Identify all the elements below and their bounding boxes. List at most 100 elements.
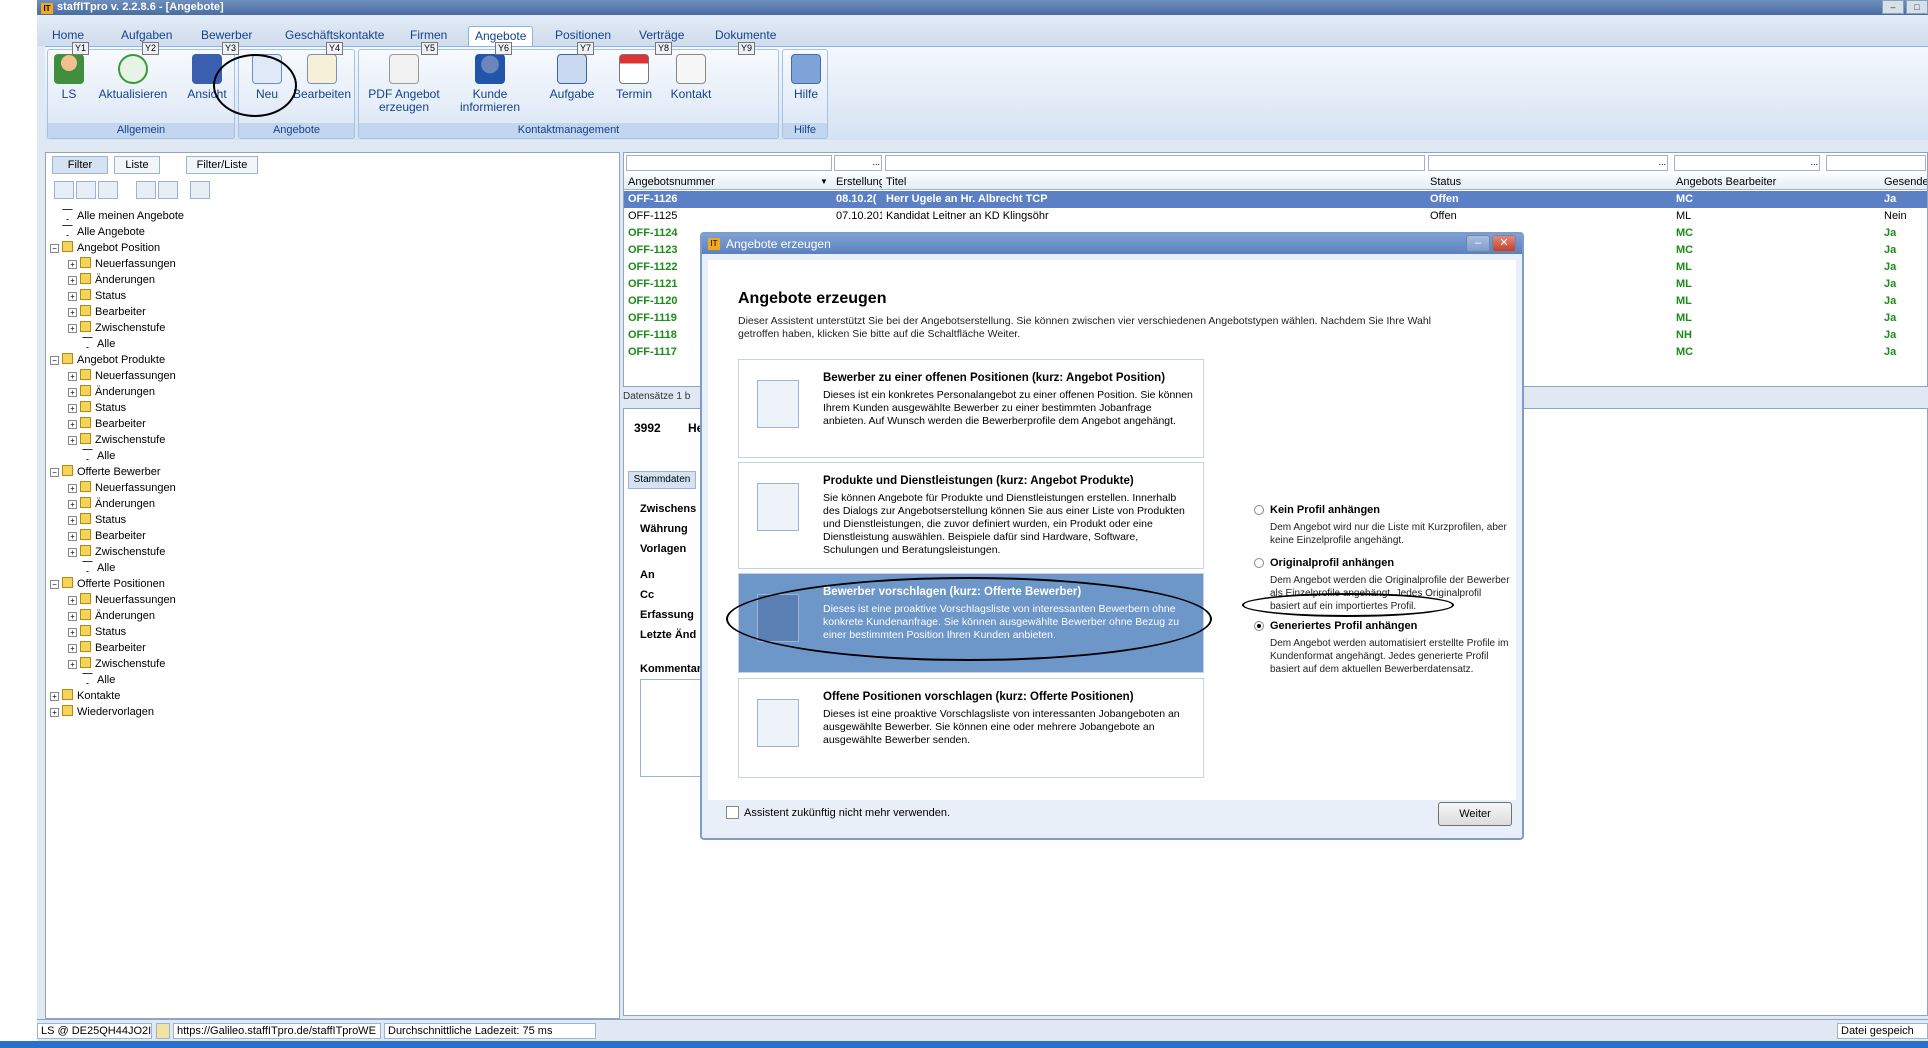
tree-item[interactable]: + Bearbeiter [68, 416, 146, 432]
weiter-button[interactable]: Weiter [1438, 802, 1512, 826]
expand-icon[interactable]: + [68, 628, 77, 637]
tree-item[interactable]: Alle meinen Angebote [50, 208, 184, 224]
tree-item[interactable]: + Neuerfassungen [68, 368, 176, 384]
tree-item[interactable]: + Änderungen [68, 608, 155, 624]
expand-icon[interactable]: + [68, 484, 77, 493]
tree-item[interactable]: + Zwischenstufe [68, 432, 165, 448]
tree-item[interactable]: + Zwischenstufe [68, 544, 165, 560]
tree-item[interactable]: − Angebot Produkte [50, 352, 165, 368]
table-row[interactable]: OFF-1126 08.10.2(Herr Ugele an Hr. Albrec… [624, 191, 1927, 208]
tab-stammdaten[interactable]: Stammdaten [628, 471, 696, 489]
radio-kein-profil[interactable] [1254, 505, 1264, 515]
tree-item[interactable]: + Bearbeiter [68, 304, 146, 320]
pdf-angebot-button[interactable]: PDF Angebot erzeugen [363, 54, 445, 114]
toolbar-filter-icon[interactable] [98, 181, 118, 199]
filter-status[interactable]: ... [1428, 155, 1668, 171]
expand-icon[interactable]: + [50, 692, 59, 701]
filter-status-picker[interactable]: ... [1658, 157, 1666, 167]
minimize-button[interactable]: – [1882, 0, 1904, 14]
col-bearbeiter[interactable]: Angebots Bearbeiter [1676, 175, 1776, 189]
termin-button[interactable]: Termin [609, 54, 659, 101]
col-gesendet[interactable]: Gesende [1884, 175, 1927, 189]
expand-icon[interactable]: + [68, 436, 77, 445]
expand-icon[interactable]: + [68, 548, 77, 557]
expand-icon[interactable]: + [68, 404, 77, 413]
expand-icon[interactable]: + [68, 308, 77, 317]
dialog-minimize-button[interactable]: – [1466, 235, 1490, 252]
tree-item[interactable]: + Bearbeiter [68, 528, 146, 544]
col-angebotsnummer[interactable]: Angebotsnummer [628, 175, 715, 189]
filter-gesendet[interactable] [1826, 155, 1926, 171]
radio-originalprofil[interactable] [1254, 558, 1264, 568]
kontakt-button[interactable]: Kontakt [665, 54, 717, 101]
expand-icon[interactable]: + [68, 420, 77, 429]
tree-item[interactable]: + Änderungen [68, 496, 155, 512]
aufgabe-button[interactable]: Aufgabe [545, 54, 599, 101]
tree-item[interactable]: + Neuerfassungen [68, 256, 176, 272]
tree-item[interactable]: − Offerte Positionen [50, 576, 165, 592]
table-row[interactable]: OFF-1125 07.10.201 Kandidat Leitner an KD … [624, 208, 1927, 225]
toolbar-edit-icon[interactable] [76, 181, 96, 199]
tree-item[interactable]: + Änderungen [68, 384, 155, 400]
expand-icon[interactable]: + [68, 292, 77, 301]
tree-item[interactable]: + Status [68, 512, 126, 528]
expand-icon[interactable]: + [68, 372, 77, 381]
disable-wizard-checkbox[interactable] [726, 806, 739, 819]
tree-item[interactable]: + Änderungen [68, 272, 155, 288]
option-angebot-produkte[interactable]: Produkte und Dienstleistungen (kurz: Ang… [738, 462, 1204, 569]
filter-bearbeiter-picker[interactable]: ... [1810, 157, 1818, 167]
dialog-close-button[interactable]: ✕ [1492, 235, 1516, 252]
tree-item[interactable]: + Status [68, 624, 126, 640]
expand-icon[interactable]: + [68, 324, 77, 333]
toolbar-save-icon[interactable] [190, 181, 210, 199]
tree-item[interactable]: − Angebot Position [50, 240, 160, 256]
tree-item[interactable]: − Offerte Bewerber [50, 464, 161, 480]
tree-item[interactable]: Alle [68, 560, 115, 576]
radio-generiertes-profil[interactable] [1254, 621, 1264, 631]
toolbar-new-icon[interactable] [54, 181, 74, 199]
option-offerte-positionen[interactable]: Offene Positionen vorschlagen (kurz: Off… [738, 678, 1204, 778]
expand-icon[interactable]: + [68, 644, 77, 653]
tree-item[interactable]: + Neuerfassungen [68, 480, 176, 496]
col-status[interactable]: Status [1430, 175, 1461, 189]
tree-item[interactable]: Alle [68, 448, 115, 464]
expand-icon[interactable]: + [68, 516, 77, 525]
hilfe-button[interactable]: Hilfe [789, 54, 823, 101]
ls-button[interactable]: LS [54, 54, 84, 101]
tree-item[interactable]: + Status [68, 288, 126, 304]
tab-liste[interactable]: Liste [114, 156, 160, 174]
col-erstellung[interactable]: Erstellung [836, 175, 882, 189]
expand-icon[interactable]: + [68, 276, 77, 285]
expand-icon[interactable]: + [68, 500, 77, 509]
tab-filter[interactable]: Filter [52, 156, 108, 174]
tree-item[interactable]: + Neuerfassungen [68, 592, 176, 608]
tree-item[interactable]: + Status [68, 400, 126, 416]
filter-bearbeiter[interactable]: ... [1674, 155, 1820, 171]
filter-angebotsnummer[interactable] [626, 155, 832, 171]
option-angebot-position[interactable]: Bewerber zu einer offenen Positionen (ku… [738, 359, 1204, 458]
maximize-button[interactable]: □ [1906, 0, 1928, 14]
filter-titel[interactable] [885, 155, 1425, 171]
tree-item[interactable]: + Bearbeiter [68, 640, 146, 656]
expand-icon[interactable]: + [68, 596, 77, 605]
expand-icon[interactable]: + [68, 660, 77, 669]
tree-item[interactable]: Alle [68, 336, 115, 352]
expand-icon[interactable]: + [68, 532, 77, 541]
filter-erstellung-picker[interactable]: ... [872, 157, 880, 167]
collapse-icon[interactable]: − [50, 244, 59, 253]
aktualisieren-button[interactable]: Aktualisieren [98, 54, 168, 101]
tree-item[interactable]: + Zwischenstufe [68, 656, 165, 672]
toolbar-collapse-icon[interactable] [158, 181, 178, 199]
tree-item[interactable]: + Kontakte [50, 688, 120, 704]
expand-icon[interactable]: + [68, 612, 77, 621]
tree-item[interactable]: Alle Angebote [50, 224, 145, 240]
tree-item[interactable]: Alle [68, 672, 115, 688]
collapse-icon[interactable]: − [50, 580, 59, 589]
kunde-informieren-button[interactable]: Kunde informieren [455, 54, 525, 114]
filter-erstellung[interactable]: ... [834, 155, 882, 171]
col-titel[interactable]: Titel [886, 175, 906, 189]
expand-icon[interactable]: + [68, 388, 77, 397]
expand-icon[interactable]: + [68, 260, 77, 269]
tree-item[interactable]: + Wiedervorlagen [50, 704, 154, 720]
toolbar-expand-icon[interactable] [136, 181, 156, 199]
